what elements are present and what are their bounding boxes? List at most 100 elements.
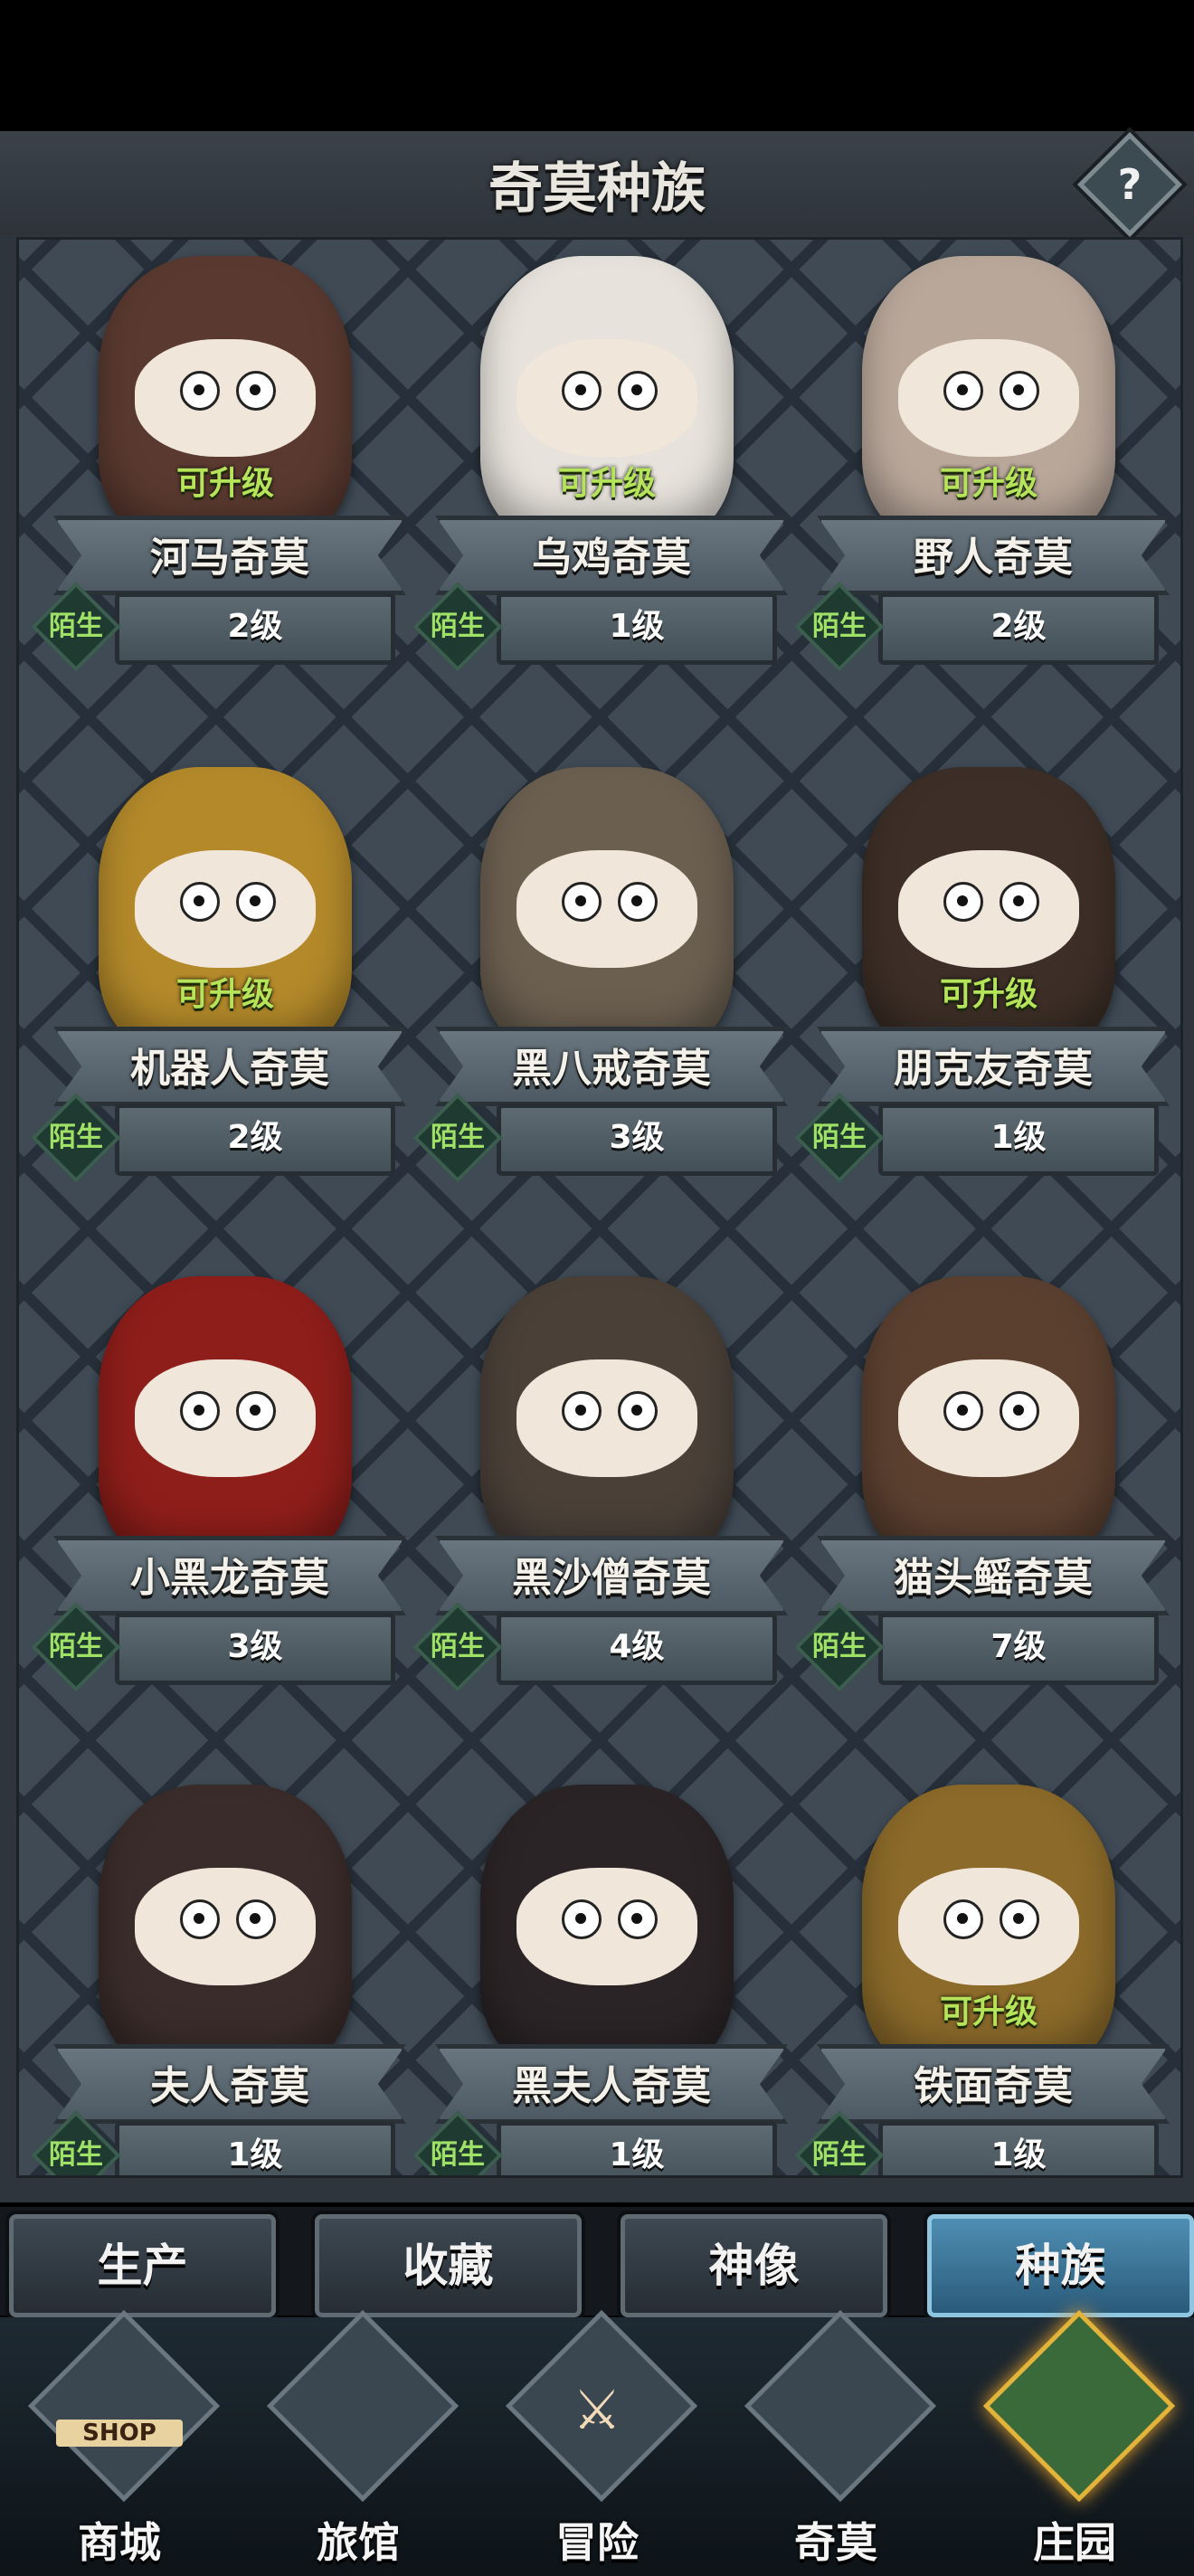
character-eye: [562, 1391, 602, 1431]
swords-glyph: ⚔: [573, 2379, 621, 2442]
species-card[interactable]: 猫头鳐奇莫 7级 陌生: [794, 1260, 1179, 1766]
familiarity-badge: 陌生: [412, 582, 503, 672]
status-bar: [0, 0, 1194, 131]
upgrade-available-label: 可升级: [175, 976, 274, 1013]
species-card[interactable]: 可升级朋克友奇莫 1级 陌生: [794, 751, 1179, 1257]
species-level: 2级: [227, 1119, 283, 1156]
character-face: [516, 1359, 697, 1477]
species-name: 野人奇莫: [914, 535, 1073, 581]
species-level: 1级: [609, 608, 665, 645]
species-card[interactable]: 黑夫人奇莫 1级 陌生: [412, 1768, 797, 2175]
upgrade-available-label: 可升级: [939, 976, 1038, 1013]
nav-adventure-label: 冒险: [555, 2518, 639, 2567]
character-eye: [1000, 1899, 1039, 1939]
character-eye: [562, 882, 602, 922]
nav-chimo-label: 奇莫: [794, 2518, 877, 2567]
chimo-character-icon: [744, 2309, 937, 2503]
species-name: 猫头鳐奇莫: [894, 1555, 1093, 1601]
species-card[interactable]: 可升级野人奇莫 2级 陌生: [794, 240, 1179, 746]
familiarity-label: 陌生: [49, 1122, 103, 1153]
nav-chimo[interactable]: 奇莫: [736, 2309, 937, 2567]
species-level: 4级: [609, 1628, 665, 1665]
character-face: [135, 1868, 316, 1985]
familiarity-badge: 陌生: [412, 1093, 503, 1183]
species-level: 1级: [990, 2136, 1047, 2174]
character-eye: [236, 371, 276, 411]
character-eye: [618, 371, 658, 411]
species-level: 7级: [990, 1628, 1047, 1665]
species-card[interactable]: 可升级 乌鸡奇莫 1级 陌生: [412, 240, 797, 746]
familiarity-label: 陌生: [812, 1631, 867, 1662]
familiarity-label: 陌生: [49, 2139, 103, 2171]
familiarity-label: 陌生: [431, 2139, 485, 2171]
species-level: 3级: [609, 1119, 665, 1156]
tab-production[interactable]: 生产: [9, 2214, 276, 2317]
character-eye: [1000, 371, 1039, 411]
character-face: [898, 850, 1079, 968]
character-eye: [943, 371, 983, 411]
familiarity-badge: 陌生: [794, 582, 885, 672]
character-face: [135, 339, 316, 457]
page-title: 奇莫种族: [488, 157, 706, 221]
character-face: [898, 1359, 1079, 1477]
character-eye: [618, 882, 658, 922]
species-card[interactable]: 黑八戒奇莫 3级 陌生: [412, 751, 797, 1257]
species-level: 2级: [227, 608, 283, 645]
inn-gate-icon: [266, 2309, 460, 2503]
species-card[interactable]: 可升级 铁面奇莫 1级 陌生: [794, 1768, 1179, 2175]
nav-shop-label: 商城: [78, 2518, 161, 2567]
tab-species[interactable]: 种族: [927, 2214, 1194, 2317]
species-name: 朋克友奇莫: [894, 1046, 1093, 1092]
character-face: [516, 850, 697, 968]
upgrade-available-label: 可升级: [175, 465, 274, 502]
manor-island-icon: [982, 2309, 1176, 2503]
character-eye: [180, 371, 220, 411]
familiarity-badge: 陌生: [794, 1093, 885, 1183]
nav-adventure[interactable]: ⚔ 冒险: [498, 2309, 698, 2567]
species-name: 黑夫人奇莫: [512, 2063, 711, 2109]
species-card[interactable]: 夫人奇莫 1级 陌生: [31, 1768, 415, 2175]
species-card[interactable]: 可升级 河马奇莫 2级 陌生: [31, 240, 415, 746]
species-name: 黑八戒奇莫: [512, 1046, 711, 1092]
character-eye: [236, 1391, 276, 1431]
species-level: 3级: [227, 1628, 283, 1665]
character-eye: [180, 882, 220, 922]
character-eye: [562, 1899, 602, 1939]
character-eye: [943, 882, 983, 922]
nav-inn[interactable]: 旅馆: [259, 2309, 460, 2567]
nav-manor[interactable]: 庄园: [975, 2309, 1176, 2567]
character-face: [135, 1359, 316, 1477]
familiarity-label: 陌生: [812, 2139, 867, 2171]
character-eye: [236, 882, 276, 922]
character-face: [898, 339, 1079, 457]
tab-statue[interactable]: 神像: [621, 2214, 887, 2317]
nav-manor-label: 庄园: [1033, 2518, 1116, 2567]
character-eye: [618, 1899, 658, 1939]
familiarity-label: 陌生: [812, 1122, 867, 1153]
familiarity-badge: 陌生: [31, 1093, 121, 1183]
familiarity-label: 陌生: [431, 1122, 485, 1153]
shop-sign: SHOP: [56, 2420, 183, 2447]
character-face: [898, 1868, 1079, 1985]
familiarity-label: 陌生: [49, 1631, 103, 1662]
familiarity-badge: 陌生: [412, 1602, 503, 1692]
shop-icon: [27, 2309, 221, 2503]
species-grid[interactable]: 可升级 河马奇莫 2级 陌生 可升级 乌鸡奇莫 1级 陌生 可升级 野人奇莫 2级 陌生 可升级 机器人奇…: [16, 237, 1183, 2178]
species-name: 乌鸡奇莫: [532, 535, 691, 581]
nav-shop[interactable]: SHOP 商城: [20, 2309, 221, 2567]
species-level: 1级: [227, 2136, 283, 2174]
character-eye: [1000, 882, 1039, 922]
species-card[interactable]: 小黑龙奇莫 3级 陌生: [31, 1260, 415, 1766]
familiarity-label: 陌生: [431, 611, 485, 642]
familiarity-label: 陌生: [431, 1631, 485, 1662]
species-level: 1级: [990, 1119, 1047, 1156]
species-card[interactable]: 可升级 机器人奇莫 2级 陌生: [31, 751, 415, 1257]
species-level: 2级: [990, 608, 1047, 645]
upgrade-available-label: 可升级: [939, 465, 1038, 502]
familiarity-badge: 陌生: [31, 582, 121, 672]
character-eye: [180, 1899, 220, 1939]
species-card[interactable]: 黑沙僧奇莫 4级 陌生: [412, 1260, 797, 1766]
help-icon: ?: [1117, 160, 1142, 209]
species-name: 黑沙僧奇莫: [512, 1555, 711, 1601]
tab-collection[interactable]: 收藏: [315, 2214, 582, 2317]
